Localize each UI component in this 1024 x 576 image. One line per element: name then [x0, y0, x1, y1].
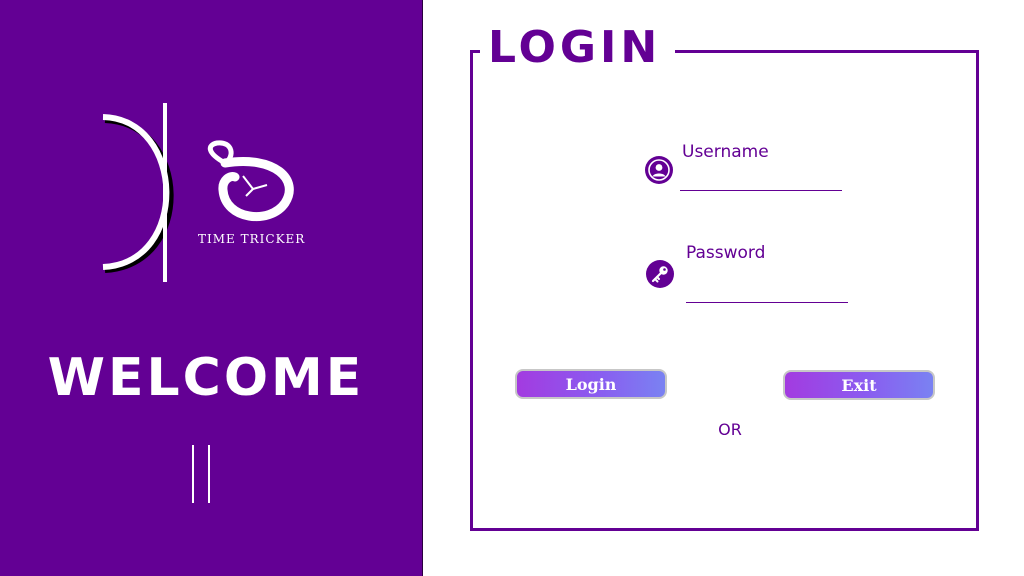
username-input[interactable] [680, 169, 842, 191]
divider-line [208, 445, 210, 503]
username-label: Username [682, 142, 769, 162]
password-label: Password [686, 243, 766, 263]
brand-name: TIME TRICKER [198, 232, 306, 246]
exit-button[interactable]: Exit [783, 370, 935, 400]
key-icon [646, 260, 674, 288]
welcome-panel: TIME TRICKER WELCOME [0, 0, 423, 576]
decorative-divider [192, 445, 212, 503]
or-separator: OR [718, 420, 742, 439]
welcome-heading: WELCOME [47, 348, 365, 408]
login-title: LOGIN [480, 22, 676, 73]
divider-line [192, 445, 194, 503]
user-icon [645, 156, 673, 184]
password-input[interactable] [686, 281, 848, 303]
clock-logo-icon [102, 103, 294, 282]
login-button[interactable]: Login [515, 369, 667, 399]
